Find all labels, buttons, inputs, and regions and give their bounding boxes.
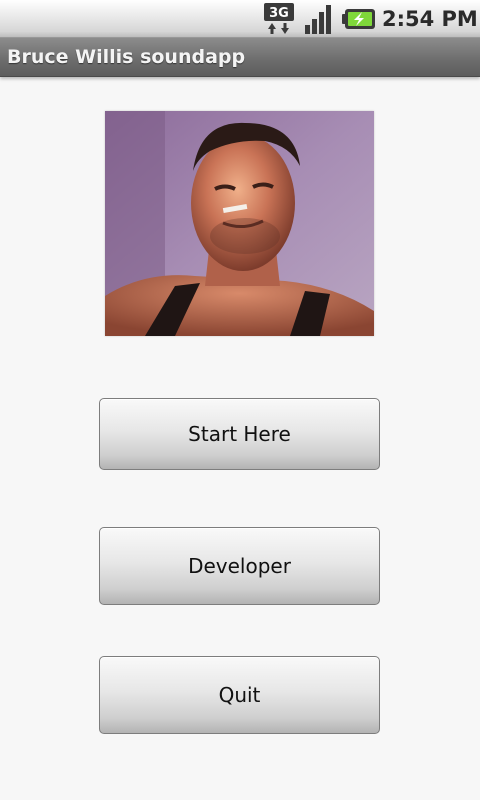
start-here-button[interactable]: Start Here [99, 398, 380, 470]
status-bar: 3G 2:54 PM [0, 0, 480, 38]
app-title: Bruce Willis soundapp [7, 46, 246, 68]
quit-button[interactable]: Quit [99, 656, 380, 734]
status-time: 2:54 PM [382, 7, 478, 31]
bruce-willis-portrait-image [105, 111, 374, 336]
battery-charging-icon [342, 3, 376, 35]
signal-strength-icon [304, 3, 336, 35]
3g-data-icon: 3G [264, 3, 298, 35]
app-title-bar: Bruce Willis soundapp [0, 38, 480, 77]
network-type-label: 3G [269, 6, 289, 21]
developer-button[interactable]: Developer [99, 527, 380, 605]
